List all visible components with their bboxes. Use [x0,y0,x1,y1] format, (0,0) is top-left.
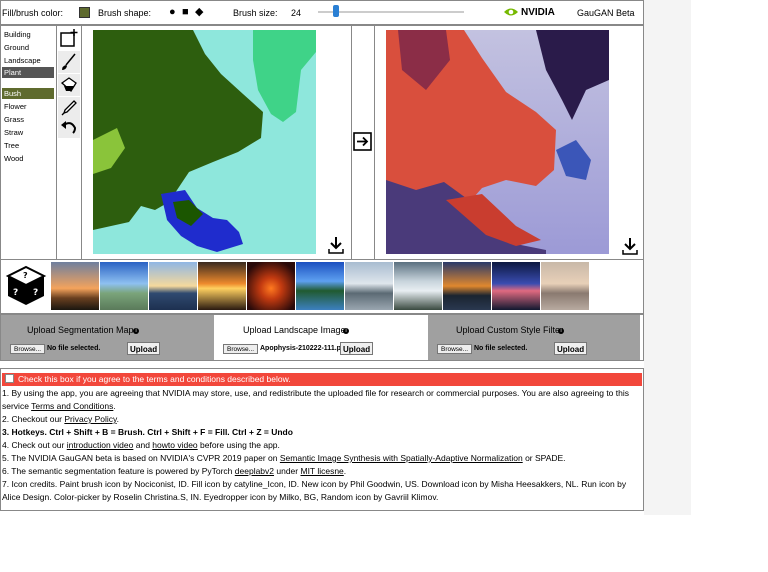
file-name: Apophysis-210222-111.png [260,345,350,352]
browse-button[interactable]: Browse... [10,344,46,354]
terms-text: 1. By using the app, you are agreeing th… [2,388,629,398]
agree-banner: Check this box if you agree to the terms… [2,373,642,386]
mit-license-link[interactable]: MIT licesne [300,466,343,476]
terms-text: 5. The NVIDIA GauGAN beta is based on NV… [2,453,280,463]
style-thumbnail[interactable] [296,262,344,310]
upload-button[interactable]: Upload [127,342,161,355]
paint-brush-icon[interactable] [58,51,80,73]
label-landscape[interactable]: Landscape [2,55,54,66]
brush-size-value: 24 [291,8,302,18]
brush-size-slider-thumb[interactable] [333,5,339,17]
style-thumbnail[interactable] [149,262,197,310]
new-canvas-icon[interactable] [58,27,80,49]
style-thumbnail[interactable] [394,262,442,310]
label-grass[interactable]: Grass [2,114,54,125]
howto-video-link[interactable]: howto video [152,440,197,450]
svg-text:?: ? [13,288,18,298]
label-tree[interactable]: Tree [2,140,54,151]
label-building[interactable]: Building [2,29,54,40]
agree-text: Check this box if you agree to the terms… [18,374,291,384]
brush-size-label: Brush size: [233,8,278,18]
privacy-policy-link[interactable]: Privacy Policy [64,414,116,424]
terms-line-7b: Alice Design. Color-picker by Roselin Ch… [2,492,439,502]
color-picker-swatch[interactable] [79,7,90,18]
style-thumbnail[interactable] [100,262,148,310]
label-ground[interactable]: Ground [2,42,54,53]
info-icon[interactable]: i [343,328,349,334]
app-title: GauGAN Beta [577,8,635,18]
upload-style-title: Upload Custom Style Filter [456,325,564,335]
terms-text: under [274,466,301,476]
label-straw[interactable]: Straw [2,127,54,138]
undo-icon[interactable] [58,116,80,138]
info-icon[interactable]: i [558,328,564,334]
terms-line-5: 5. The NVIDIA GauGAN beta is based on NV… [2,452,566,465]
style-thumbnail[interactable] [198,262,246,310]
download-icon[interactable] [328,236,344,254]
terms-line-1b: service Terms and Conditions. [2,400,116,413]
terms-line-4: 4. Check out our introduction video and … [2,439,280,452]
terms-text: . [113,401,116,411]
style-thumbnail[interactable] [247,262,295,310]
terms-text: service [2,401,32,411]
spade-paper-link[interactable]: Semantic Image Synthesis with Spatially-… [280,453,523,463]
style-thumbnail[interactable] [345,262,393,310]
right-margin [644,0,691,515]
label-wood[interactable]: Wood [2,153,54,164]
circle-shape-button[interactable]: ● [169,7,176,18]
terms-line-3: 3. Hotkeys. Ctrl + Shift + B = Brush. Ct… [2,427,293,437]
agree-checkbox[interactable] [5,374,14,383]
upload-segmentation-title: Upload Segmentation Map [27,325,134,335]
terms-line-2: 2. Checkout our Privacy Policy. [2,413,119,426]
square-shape-button[interactable]: ■ [182,7,189,18]
label-flower[interactable]: Flower [2,101,54,112]
terms-conditions-link[interactable]: Terms and Conditions [31,401,113,411]
terms-text: . [343,466,347,476]
info-icon[interactable]: i [133,328,139,334]
nvidia-logo-icon [503,6,519,18]
generated-image [386,30,609,254]
terms-text: or SPADE. [522,453,566,463]
svg-text:?: ? [33,288,38,298]
terms-text: before using the app. [197,440,280,450]
segmentation-canvas[interactable] [93,30,316,254]
browse-button[interactable]: Browse... [437,344,473,354]
label-bush[interactable]: Bush [2,88,54,99]
dice-icon[interactable]: ? ? ? [4,264,48,308]
fill-color-label: Fill/brush color: [2,8,64,18]
terms-text: 4. Check out our [2,440,67,450]
terms-text: and [133,440,153,450]
style-thumbnail[interactable] [541,262,589,310]
style-thumbnail[interactable] [443,262,491,310]
download-icon[interactable] [622,237,638,255]
terms-line-1: 1. By using the app, you are agreeing th… [2,387,629,400]
upload-button[interactable]: Upload [554,342,588,355]
upload-button[interactable]: Upload [340,342,374,355]
brush-shape-label: Brush shape: [98,8,152,18]
terms-line-6: 6. The semantic segmentation feature is … [2,465,346,478]
brush-size-slider[interactable] [318,11,464,13]
style-thumbnail[interactable] [492,262,540,310]
deeplabv2-link[interactable]: deeplabv2 [235,466,274,476]
browse-button[interactable]: Browse... [223,344,259,354]
intro-video-link[interactable]: introduction video [67,440,134,450]
file-name: No file selected. [47,345,101,352]
upload-landscape-title: Upload Landscape Image [243,325,346,335]
diamond-shape-button[interactable]: ◆ [195,7,203,18]
file-name: No file selected. [474,345,528,352]
terms-text: 6. The semantic segmentation feature is … [2,466,235,476]
arrow-right-icon[interactable] [353,132,372,151]
svg-text:?: ? [23,271,28,280]
nvidia-brand-text: NVIDIA [521,7,555,18]
terms-line-7: 7. Icon credits. Paint brush icon by Noc… [2,479,627,489]
fill-bucket-icon[interactable] [58,74,80,96]
style-thumbnail[interactable] [51,262,99,310]
terms-text: 2. Checkout our [2,414,65,424]
label-plant[interactable]: Plant [2,67,54,78]
terms-text: . [116,414,120,424]
